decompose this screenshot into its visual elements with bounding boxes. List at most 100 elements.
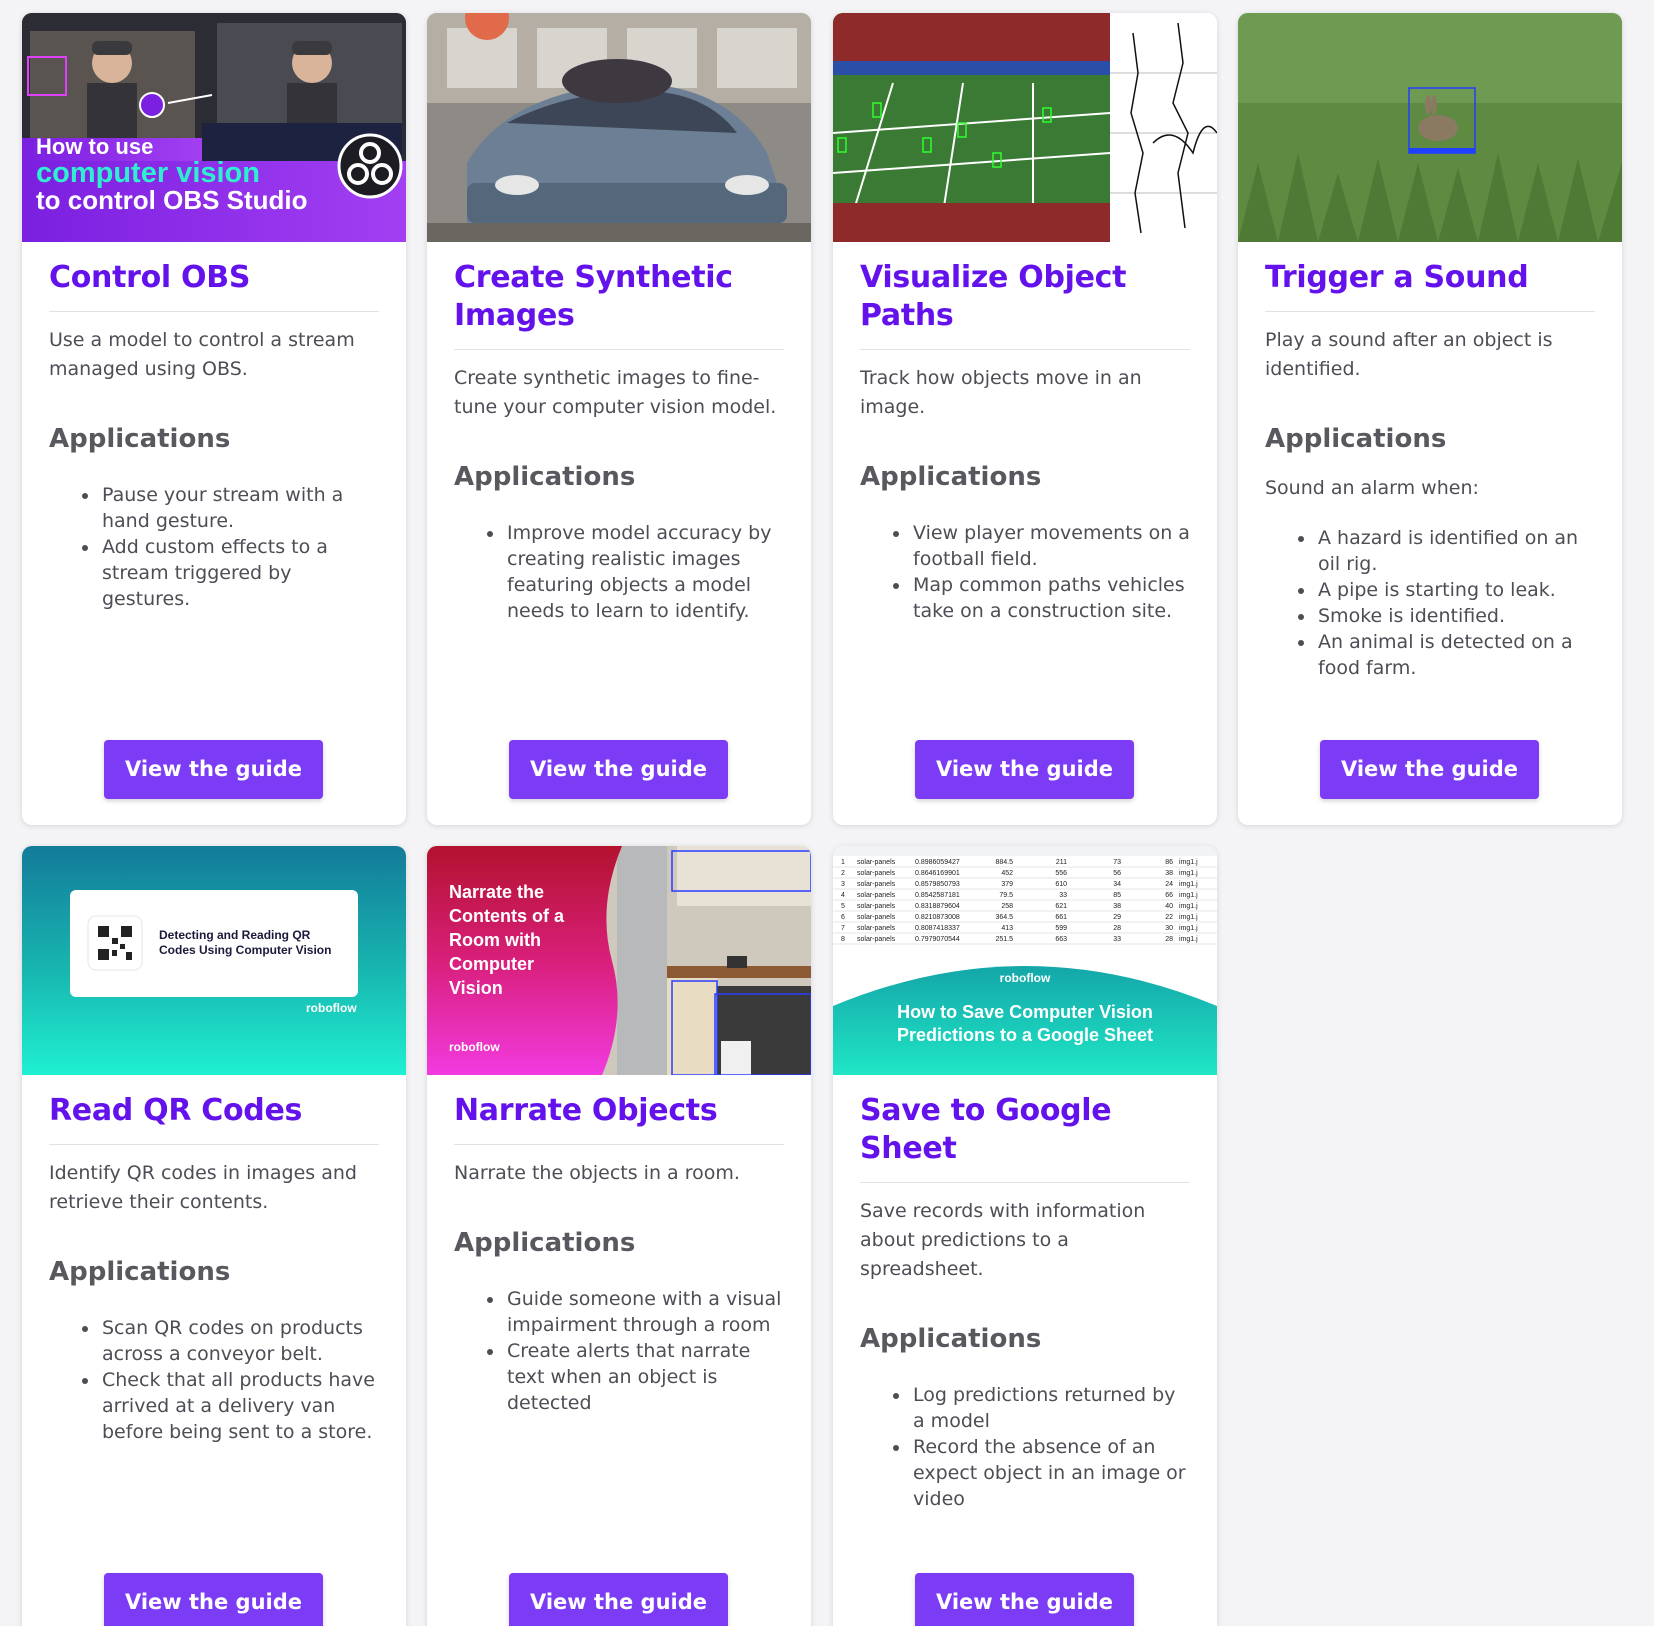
applications-list: Pause your stream with a hand gesture. A… [49,482,379,612]
sheet-cell: 34 [1113,881,1121,888]
sheet-cell: solar-panels [857,936,896,943]
sheet-cell: 3 [841,881,845,888]
thumbnail-synthetic-images[interactable] [427,13,811,242]
sheet-cell: solar-panels [857,870,896,877]
sheet-cell: 0.8210873008 [915,914,960,921]
list-item: A pipe is starting to leak. [1298,577,1595,603]
card-create-synthetic-images: Create Synthetic Images Create synthetic… [427,13,811,825]
sheet-cell: solar-panels [857,914,896,921]
view-guide-button[interactable]: View the guide [509,740,728,799]
view-guide-button[interactable]: View the guide [915,740,1134,799]
card-visualize-object-paths: Visualize Object Paths Track how objects… [833,13,1217,825]
sheet-cell: 5 [841,903,845,910]
sheet-cell: 29 [1113,914,1121,921]
sheet-cell: 610 [1055,881,1067,888]
applications-heading: Applications [49,424,231,454]
list-item: An animal is detected on a food farm. [1298,629,1595,681]
thumbnail-line-3: to control OBS Studio [36,185,308,215]
sheet-cell: 0.8087418337 [915,925,960,932]
sheet-cell: 452 [1001,870,1013,877]
card-title[interactable]: Save to Google Sheet [860,1075,1190,1183]
sheet-cell: 661 [1055,914,1067,921]
thumbnail-control-obs[interactable]: How to use computer vision to control OB… [22,13,406,242]
card-title[interactable]: Create Synthetic Images [454,242,784,350]
sheet-cell: solar-panels [857,903,896,910]
applications-list: A hazard is identified on an oil rig. A … [1265,525,1595,681]
sheet-cell: 73 [1113,859,1121,866]
sheet-cell: 4 [841,892,845,899]
view-guide-button[interactable]: View the guide [1320,740,1539,799]
card-read-qr-codes: Detecting and Reading QR Codes Using Com… [22,846,406,1626]
sheet-cell: 258 [1001,903,1013,910]
sheet-cell: 884.5 [995,859,1013,866]
card-description: Create synthetic images to fine-tune you… [454,367,777,418]
view-guide-button[interactable]: View the guide [509,1573,728,1626]
card-description: Identify QR codes in images and retrieve… [49,1162,357,1213]
applications-list: Scan QR codes on products across a conve… [49,1315,379,1445]
card-control-obs: How to use computer vision to control OB… [22,13,406,825]
thumbnail-narrate-objects[interactable]: Narrate the Contents of a Room with Comp… [427,846,811,1075]
sheet-cell: solar-panels [857,881,896,888]
list-item: A hazard is identified on an oil rig. [1298,525,1595,577]
sheet-cell: 0.8579850793 [915,881,960,888]
sheet-cell: 0.8318879604 [915,903,960,910]
list-item: Create alerts that narrate text when an … [487,1338,784,1416]
sheet-cell: 38 [1165,870,1173,877]
sheet-cell: 40 [1165,903,1173,910]
sheet-cell: 8 [841,936,845,943]
card-description: Narrate the objects in a room. [454,1162,740,1184]
list-item: View player movements on a football fiel… [893,520,1190,572]
sheet-cell: img1.j [1179,925,1198,932]
thumbnail-line-1: How to Save Computer Vision [897,1002,1153,1022]
thumbnail-object-paths[interactable] [833,13,1217,242]
list-item: Add custom effects to a stream triggered… [82,534,379,612]
card-description: Track how objects move in an image. [860,367,1142,418]
list-item: Guide someone with a visual impairment t… [487,1286,784,1338]
list-item: Map common paths vehicles take on a cons… [893,572,1190,624]
thumbnail-line-3: Room with [449,930,541,950]
card-title[interactable]: Narrate Objects [454,1075,784,1145]
applications-heading: Applications [49,1257,231,1287]
sheet-cell: 599 [1055,925,1067,932]
applications-heading: Applications [860,1324,1042,1354]
thumbnail-qr-codes[interactable]: Detecting and Reading QR Codes Using Com… [22,846,406,1075]
list-item: Record the absence of an expect object i… [893,1434,1190,1512]
sheet-cell: 0.8646169901 [915,870,960,877]
card-title[interactable]: Control OBS [49,242,379,312]
brand-label: roboflow [1000,971,1051,985]
thumbnail-google-sheet[interactable]: 1 solar-panels 0.8986059427 884.5 211 73 86 img… [833,846,1217,1075]
view-guide-button[interactable]: View the guide [104,740,323,799]
thumbnail-line-5: Vision [449,978,503,998]
applications-list: Guide someone with a visual impairment t… [454,1286,784,1416]
sheet-cell: img1.j [1179,870,1198,877]
sheet-cell: img1.j [1179,881,1198,888]
sheet-cell: 211 [1056,859,1067,866]
applications-list: Improve model accuracy by creating reali… [454,520,784,624]
card-trigger-a-sound: Trigger a Sound Play a sound after an ob… [1238,13,1622,825]
brand-label: roboflow [306,1001,357,1015]
sheet-cell: 38 [1113,903,1121,910]
sheet-cell: 86 [1165,859,1173,866]
card-title[interactable]: Trigger a Sound [1265,242,1595,312]
thumbnail-line-4: Computer [449,954,534,974]
list-item: Log predictions returned by a model [893,1382,1190,1434]
sheet-cell: 66 [1165,892,1173,899]
list-item: Smoke is identified. [1298,603,1595,629]
thumbnail-trigger-sound[interactable] [1238,13,1622,242]
view-guide-button[interactable]: View the guide [104,1573,323,1626]
list-item: Improve model accuracy by creating reali… [487,520,784,624]
card-title[interactable]: Read QR Codes [49,1075,379,1145]
sheet-cell: 85 [1113,892,1121,899]
view-guide-button[interactable]: View the guide [915,1573,1134,1626]
sheet-cell: 251.5 [995,936,1013,943]
card-title[interactable]: Visualize Object Paths [860,242,1190,350]
sheet-cell: 364.5 [995,914,1013,921]
sheet-cell: 22 [1165,914,1173,921]
thumbnail-line-1: How to use [36,134,153,159]
sheet-cell: solar-panels [857,925,896,932]
card-description: Play a sound after an object is identifi… [1265,329,1553,380]
sheet-cell: 79.5 [999,892,1013,899]
sheet-cell: img1.j [1179,892,1198,899]
applications-heading: Applications [860,462,1042,492]
thumbnail-line-1: Narrate the [449,882,544,902]
